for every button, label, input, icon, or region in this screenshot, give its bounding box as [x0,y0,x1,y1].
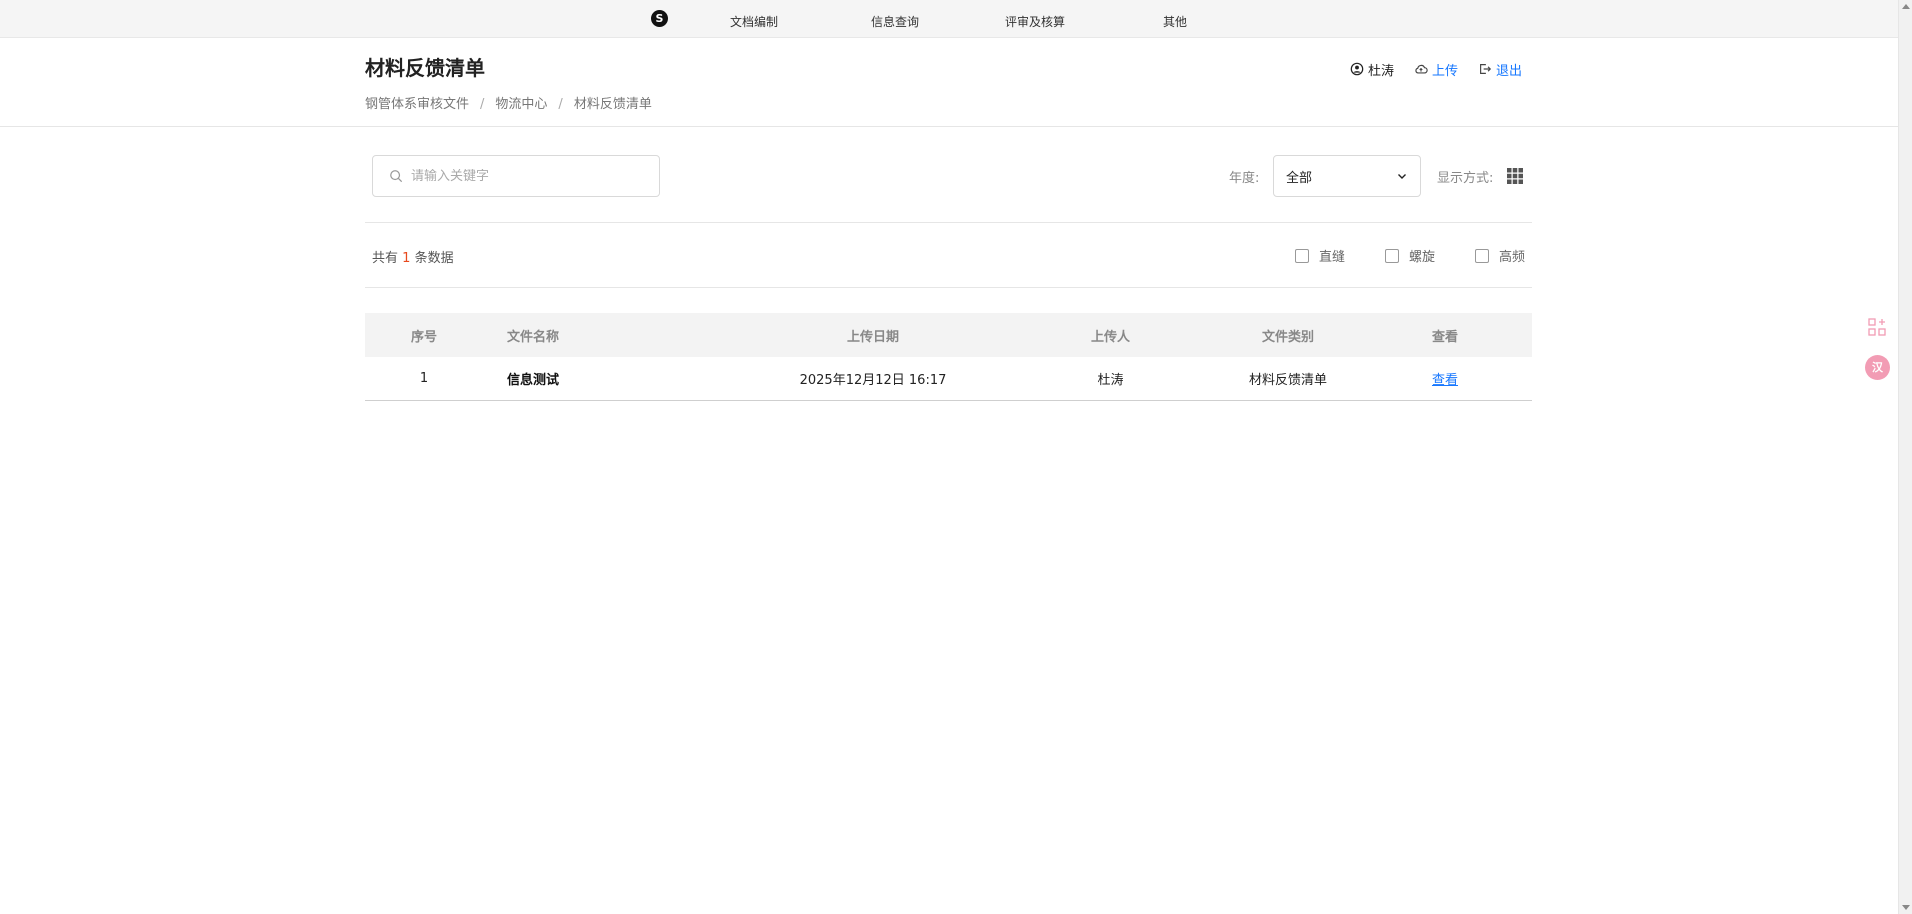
checkbox-box[interactable] [1385,248,1400,263]
column-header-date: 上传日期 [846,329,899,345]
search-icon [390,170,403,183]
user-icon [1350,62,1364,76]
grid-view-icon[interactable] [1507,168,1523,184]
checkbox-label: 高频 [1499,250,1526,265]
logo-icon[interactable]: S [651,10,668,27]
year-select-value: 全部 [1286,170,1313,186]
checkbox-high-frequency[interactable]: 高频 [1475,246,1525,265]
checkbox-box[interactable] [1475,248,1490,263]
cell-upload-date: 2025年12月12日 16:17 [799,373,947,388]
upload-label: 上传 [1432,63,1459,79]
scroll-up-icon[interactable] [1902,4,1910,9]
checkbox-spiral[interactable]: 螺旋 [1385,246,1435,265]
display-mode-label: 显示方式: [1437,171,1494,186]
scroll-down-icon[interactable] [1902,905,1910,910]
chevron-down-icon [1398,174,1406,179]
cell-index: 1 [419,371,429,386]
logout-label: 退出 [1496,63,1523,79]
column-header-category: 文件类别 [1261,329,1314,345]
user-name: 杜涛 [1368,63,1395,79]
cloud-upload-icon [1415,64,1428,74]
breadcrumb-separator: / [558,97,563,112]
breadcrumb-item-current: 材料反馈清单 [573,97,652,112]
nav-item-info-query[interactable]: 信息查询 [871,13,919,30]
year-label: 年度: [1229,171,1260,186]
divider [365,287,1532,288]
column-header-name: 文件名称 [507,329,560,345]
checkbox-label: 螺旋 [1409,250,1436,265]
type-filters: 直缝 螺旋 高频 [1295,246,1525,265]
translate-icon[interactable]: 汉 [1865,355,1890,380]
record-count-suffix: 条数据 [414,251,454,266]
table-header: 序号 文件名称 上传日期 上传人 文件类别 查看 [365,313,1532,357]
breadcrumb-item-logistics[interactable]: 物流中心 [495,97,547,112]
breadcrumb-item-root[interactable]: 钢管体系审核文件 [365,97,469,112]
upload-button[interactable]: 上传 [1414,60,1458,79]
table-row: 1 信息测试 2025年12月12日 16:17 杜涛 材料反馈清单 查看 [365,357,1532,401]
column-header-index: 序号 [410,329,437,345]
nav-item-document-edit[interactable]: 文档编制 [730,13,778,30]
file-table: 序号 文件名称 上传日期 上传人 文件类别 查看 1 信息测试 2025年12月… [365,313,1532,401]
breadcrumb-separator: / [480,97,485,112]
column-header-uploader: 上传人 [1090,329,1130,345]
view-link[interactable]: 查看 [1432,373,1458,388]
record-count-prefix: 共有 [372,251,399,266]
page-header: 材料反馈清单 钢管体系审核文件 / 物流中心 / 材料反馈清单 杜涛 上传 退出 [0,38,1898,127]
nav-item-review-accounting[interactable]: 评审及核算 [1005,13,1065,30]
record-count: 共有 1 条数据 [372,247,454,266]
checkbox-box[interactable] [1295,248,1309,263]
search-input[interactable] [411,168,641,184]
checkbox-straight-seam[interactable]: 直缝 [1295,246,1345,265]
scrollbar[interactable] [1898,0,1912,914]
nav-item-other[interactable]: 其他 [1163,13,1187,30]
top-nav: S 文档编制 信息查询 评审及核算 其他 [0,0,1898,38]
logout-icon [1480,64,1492,74]
cell-category: 材料反馈清单 [1248,373,1327,388]
checkbox-label: 直缝 [1319,250,1346,265]
column-header-view: 查看 [1431,329,1458,345]
logout-button[interactable]: 退出 [1478,60,1522,79]
apps-add-icon[interactable] [1868,318,1886,336]
user-profile[interactable]: 杜涛 [1350,60,1394,79]
page-title: 材料反馈清单 [365,56,485,80]
cell-uploader: 杜涛 [1097,373,1124,388]
breadcrumb: 钢管体系审核文件 / 物流中心 / 材料反馈清单 [365,93,652,112]
year-select[interactable]: 全部 [1273,155,1421,197]
cell-file-name: 信息测试 [507,373,560,388]
user-area: 杜涛 上传 退出 [1350,59,1522,79]
divider [365,222,1532,223]
record-count-number: 1 [402,251,411,266]
search-box[interactable] [372,155,660,197]
